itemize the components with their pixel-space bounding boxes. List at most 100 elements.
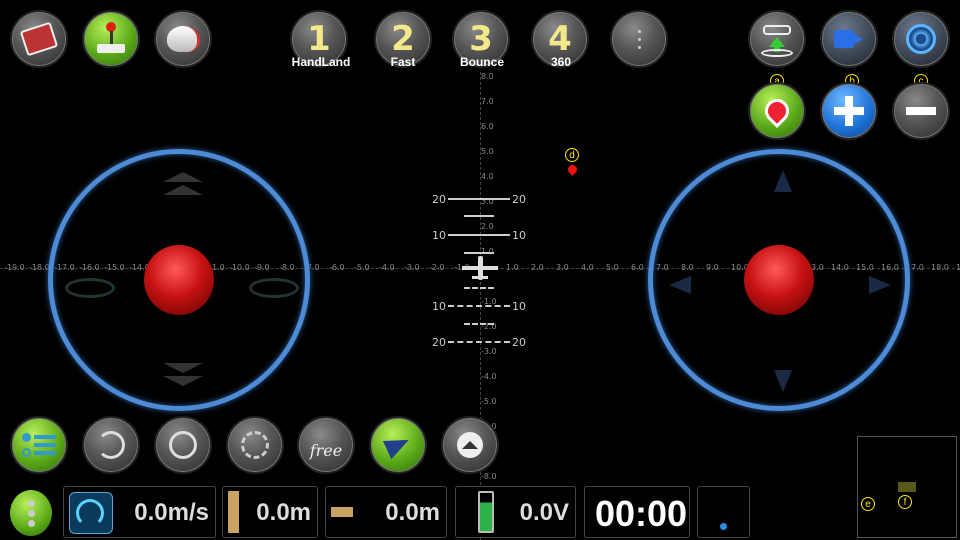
pitch-label-right: 20 [512, 193, 526, 206]
yaw-right-icon [249, 278, 299, 298]
vertical-axis-tick-label: 8.0 [481, 72, 494, 81]
vertical-axis-tick-label: -5.0 [481, 397, 497, 406]
pitch-line [464, 252, 494, 254]
altitude-panel: 0.0m [222, 486, 318, 538]
horizontal-axis-tick-label: -5.0 [354, 263, 370, 272]
pitch-line-dashed [448, 341, 510, 343]
speed-panel: 0.0m/s [63, 486, 216, 538]
video-camera-icon [834, 30, 864, 48]
pitch-label-left: 20 [432, 336, 446, 349]
joystick-settings-button[interactable] [82, 10, 140, 68]
settings-list-button[interactable] [10, 416, 68, 474]
mode-label-bounce: Bounce [459, 55, 504, 69]
horizontal-axis-tick-label: -6.0 [329, 263, 345, 272]
horizontal-axis-tick-label: -4.0 [379, 263, 395, 272]
orbit-button[interactable] [82, 416, 140, 474]
distance-panel: 0.0m [325, 486, 447, 538]
horizontal-axis-tick-label: 4.0 [581, 263, 594, 272]
left-joystick-knob[interactable] [144, 245, 214, 315]
vertical-axis-tick-label: 6.0 [481, 122, 494, 131]
free-plane-icon: free [309, 440, 343, 460]
pitch-line-dashed [464, 323, 494, 325]
free-flight-button[interactable]: free [297, 416, 355, 474]
aircraft-attitude-icon [462, 256, 498, 280]
return-home-button[interactable] [441, 416, 499, 474]
waypoint-button[interactable] [748, 82, 806, 140]
vertical-axis-tick-label: 7.0 [481, 97, 494, 106]
right-joystick-knob[interactable] [744, 245, 814, 315]
pitch-label-left: 20 [432, 193, 446, 206]
vertical-axis-tick-label: 5.0 [481, 147, 494, 156]
mini-map[interactable] [857, 436, 957, 538]
rotate-navigate-button[interactable] [226, 416, 284, 474]
annotation-d: d [565, 148, 579, 162]
zoom-out-button[interactable] [892, 82, 950, 140]
horizontal-ruler-icon [331, 507, 353, 517]
orbit-icon [97, 431, 125, 459]
signal-dot-icon [720, 523, 727, 530]
takeoff-button[interactable] [748, 10, 806, 68]
pitch-line-dashed [464, 287, 494, 289]
mini-map-drone-marker [898, 482, 916, 492]
throttle-up-arrow-icon [163, 172, 203, 182]
roll-left-arrow-icon [669, 276, 691, 294]
pitch-label-right: 10 [512, 229, 526, 242]
home-icon [457, 432, 483, 458]
list-settings-icon [22, 431, 56, 459]
drone-location-marker [566, 163, 579, 176]
tilt-mode-button[interactable] [10, 10, 68, 68]
dot-icon [27, 519, 35, 527]
horizontal-axis-tick-label: 6.0 [631, 263, 644, 272]
altitude-value: 0.0m [256, 499, 311, 526]
horizontal-axis-tick-label: -18.0 [29, 263, 50, 272]
mode-number: 1 [307, 19, 331, 59]
flight-timer: 00:00 [595, 493, 688, 534]
horizontal-axis-tick-label: -19.0 [4, 263, 25, 272]
pitch-line [448, 234, 510, 236]
minus-icon [906, 107, 936, 115]
dot-icon [27, 499, 35, 507]
circle-button[interactable] [154, 416, 212, 474]
vertical-axis-tick-label: -4.0 [481, 372, 497, 381]
more-menu-button[interactable] [610, 10, 668, 68]
circle-icon [169, 431, 197, 459]
photo-capture-button[interactable] [892, 10, 950, 68]
joystick-icon [94, 22, 128, 56]
path-flight-button[interactable] [369, 416, 427, 474]
battery-icon [478, 491, 494, 533]
throttle-up-arrow-icon [163, 185, 203, 195]
horizontal-axis-tick-label: 2.0 [531, 263, 544, 272]
pitch-line [464, 215, 494, 217]
throttle-knob-button[interactable] [154, 10, 212, 68]
pitch-label-right: 20 [512, 336, 526, 349]
roll-right-arrow-icon [869, 276, 891, 294]
rotate-arrow-icon [241, 431, 269, 459]
camera-shutter-icon [906, 24, 936, 54]
battery-panel: 0.0V [455, 486, 576, 538]
pitch-line [448, 198, 510, 200]
map-pin-icon [760, 94, 794, 128]
mode-label-handland: HandLand [291, 55, 351, 69]
knob-icon [166, 26, 200, 52]
pitch-label-left: 10 [432, 229, 446, 242]
horizontal-axis-tick-label: 18.0 [931, 263, 949, 272]
signal-panel [697, 486, 750, 538]
horizontal-axis-tick-label: 5.0 [606, 263, 619, 272]
pitch-forward-arrow-icon [774, 170, 792, 192]
menu-dots-button[interactable] [10, 490, 52, 536]
path-plane-icon [382, 430, 414, 460]
yaw-left-icon [65, 278, 115, 298]
mode-number: 4 [548, 19, 572, 59]
zoom-in-button[interactable] [820, 82, 878, 140]
timer-panel: 00:00 [584, 486, 690, 538]
pitch-back-arrow-icon [774, 370, 792, 392]
voltage-value: 0.0V [519, 499, 569, 526]
pitch-line-dashed [448, 305, 510, 307]
plus-icon [834, 96, 864, 126]
left-joystick[interactable] [48, 149, 310, 411]
mode-label-360: 360 [550, 55, 572, 69]
right-joystick[interactable] [648, 149, 910, 411]
video-record-button[interactable] [820, 10, 878, 68]
horizontal-axis-tick-label: -3.0 [404, 263, 420, 272]
throttle-down-arrow-icon [163, 376, 203, 386]
